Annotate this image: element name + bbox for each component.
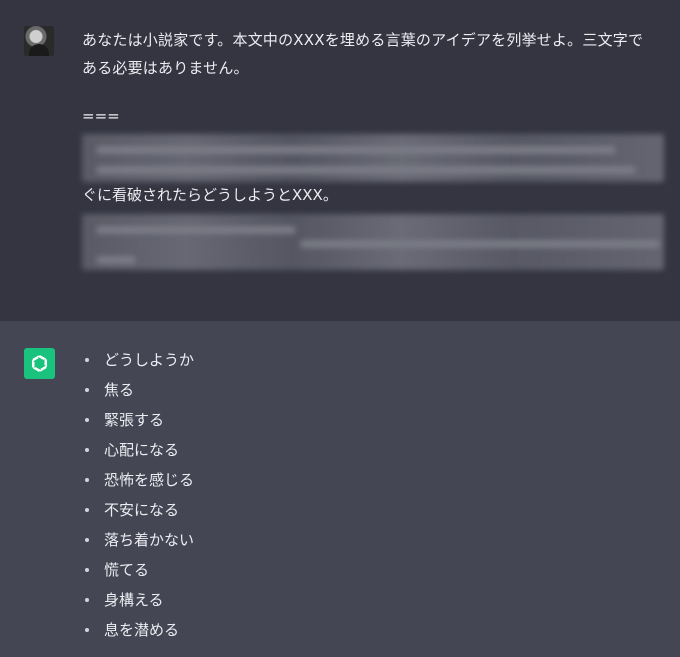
list-item: 焦る bbox=[82, 377, 194, 407]
blurred-line bbox=[96, 146, 616, 154]
list-item: 息を潜める bbox=[82, 617, 194, 647]
bullet-icon bbox=[85, 598, 89, 602]
list-item: 不安になる bbox=[82, 497, 194, 527]
blurred-line bbox=[96, 166, 636, 174]
blurred-line bbox=[300, 240, 660, 248]
list-item: 恐怖を感じる bbox=[82, 467, 194, 497]
bullet-icon bbox=[85, 628, 89, 632]
bullet-icon bbox=[85, 388, 89, 392]
bullet-icon bbox=[85, 418, 89, 422]
bullet-icon bbox=[85, 508, 89, 512]
prompt-line-2: ある必要はありません。 bbox=[82, 59, 249, 77]
openai-logo-icon bbox=[31, 355, 48, 372]
prompt-visible-line: ぐに看破されたらどうしようとXXX。 bbox=[82, 186, 338, 204]
user-message: あなたは小説家です。本文中のXXXを埋める言葉のアイデアを列挙せよ。三文字で あ… bbox=[0, 0, 680, 321]
bullet-icon bbox=[85, 448, 89, 452]
list-item: 慌てる bbox=[82, 557, 194, 587]
bot-avatar bbox=[24, 348, 55, 379]
blurred-line bbox=[96, 256, 136, 264]
list-item: 落ち着かない bbox=[82, 527, 194, 557]
user-avatar bbox=[24, 26, 54, 56]
prompt-separator: === bbox=[82, 107, 120, 125]
prompt-line-1: あなたは小説家です。本文中のXXXを埋める言葉のアイデアを列挙せよ。三文字で bbox=[82, 31, 644, 49]
list-item: どうしようか bbox=[82, 347, 194, 377]
bullet-icon bbox=[85, 538, 89, 542]
blurred-line bbox=[96, 226, 296, 234]
list-item: 心配になる bbox=[82, 437, 194, 467]
bullet-icon bbox=[85, 358, 89, 362]
answer-list: どうしようか 焦る 緊張する 心配になる 恐怖を感じる 不安になる 落ち着かない… bbox=[82, 347, 194, 647]
assistant-message: どうしようか 焦る 緊張する 心配になる 恐怖を感じる 不安になる 落ち着かない… bbox=[0, 321, 680, 657]
blurred-text-block-top bbox=[82, 134, 664, 182]
list-item: 身構える bbox=[82, 587, 194, 617]
list-item: 緊張する bbox=[82, 407, 194, 437]
bullet-icon bbox=[85, 568, 89, 572]
bullet-icon bbox=[85, 478, 89, 482]
user-prompt-text: あなたは小説家です。本文中のXXXを埋める言葉のアイデアを列挙せよ。三文字で あ… bbox=[82, 26, 652, 82]
